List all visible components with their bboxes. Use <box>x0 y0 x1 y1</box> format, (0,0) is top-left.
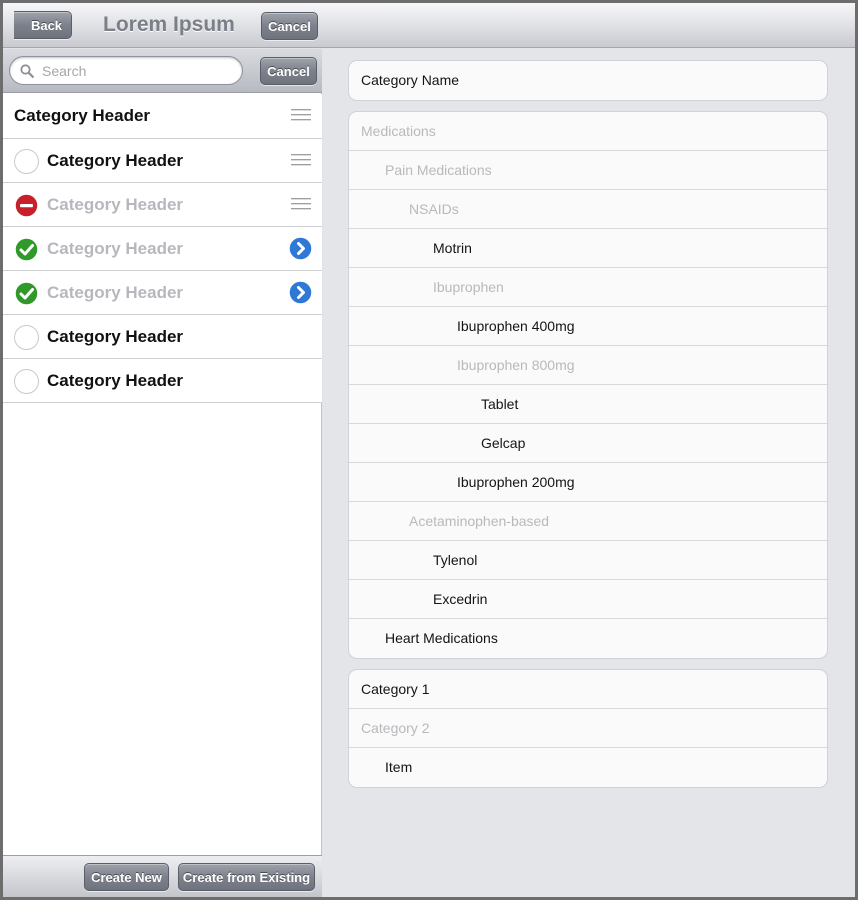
reorder-icon[interactable] <box>291 154 311 170</box>
page-title: Lorem Ipsum <box>103 13 235 36</box>
list-item[interactable]: Category Header <box>3 227 322 271</box>
search-field[interactable] <box>9 56 243 85</box>
select-circle-icon[interactable] <box>14 325 39 350</box>
list-item-label: Category Header <box>47 283 184 302</box>
list-item-label: Category Header <box>47 371 184 390</box>
list-item-label: Category Header <box>47 239 184 258</box>
list-item[interactable]: Category Header <box>3 359 322 403</box>
tree-row[interactable]: Tablet <box>349 385 827 424</box>
search-input[interactable] <box>42 62 232 79</box>
checkmark-icon[interactable] <box>14 281 39 306</box>
tree-row[interactable]: Ibuprophen 400mg <box>349 307 827 346</box>
search-bar: Cancel <box>3 49 322 93</box>
list-item-label: Category Header <box>47 195 184 214</box>
tree-row[interactable]: Motrin <box>349 229 827 268</box>
search-icon <box>20 63 34 78</box>
select-circle-icon[interactable] <box>14 149 39 174</box>
list-item[interactable]: Category Header <box>3 315 322 359</box>
tree-row[interactable]: NSAIDs <box>349 190 827 229</box>
list-item[interactable]: Category Header <box>3 183 322 227</box>
bottom-toolbar: Create New Create from Existing <box>3 855 322 897</box>
list-item-label: Category Header <box>47 327 184 346</box>
category-list: Category Header Category Header Category H… <box>3 94 322 403</box>
tree-row[interactable]: Excedrin <box>349 580 827 619</box>
list-item[interactable]: Category Header <box>3 94 322 139</box>
tree-row[interactable]: Category 1 <box>349 670 827 709</box>
select-circle-icon[interactable] <box>14 369 39 394</box>
master-pane: Cancel Category HeaderCategory HeaderCat… <box>3 49 322 897</box>
tree-row[interactable]: Acetaminophen-based <box>349 502 827 541</box>
create-from-existing-button[interactable]: Create from Existing <box>178 863 315 891</box>
checkmark-icon[interactable] <box>14 237 39 262</box>
detail-pane: Category Name Medications Pain Medication… <box>323 49 855 897</box>
delete-icon[interactable] <box>14 193 39 218</box>
back-button-label: Back <box>30 17 63 33</box>
tree-row[interactable]: Ibuprophen <box>349 268 827 307</box>
medication-tree-group: Medications Pain Medications NSAIDs Motrin I… <box>348 111 828 659</box>
search-cancel-button[interactable]: Cancel <box>260 57 317 85</box>
nav-cancel-button[interactable]: Cancel <box>261 12 318 40</box>
disclosure-chevron-icon[interactable] <box>288 236 313 261</box>
list-item[interactable]: Category Header <box>3 271 322 315</box>
tree-row[interactable]: Medications <box>349 112 827 151</box>
app-window: Back Lorem Ipsum Cancel Cancel Category … <box>3 3 855 897</box>
tree-row[interactable]: Pain Medications <box>349 151 827 190</box>
tree-row[interactable]: Gelcap <box>349 424 827 463</box>
category-name-field[interactable]: Category Name <box>349 61 827 100</box>
list-item[interactable]: Category Header <box>3 139 322 183</box>
tree-row[interactable]: Category 2 <box>349 709 827 748</box>
tree-row[interactable]: Ibuprophen 800mg <box>349 346 827 385</box>
create-new-button[interactable]: Create New <box>84 863 169 891</box>
tree-row[interactable]: Heart Medications <box>349 619 827 658</box>
tree-row[interactable]: Tylenol <box>349 541 827 580</box>
nav-bar: Back Lorem Ipsum Cancel <box>3 3 855 48</box>
disclosure-chevron-icon[interactable] <box>288 280 313 305</box>
reorder-icon[interactable] <box>291 198 311 214</box>
list-item-label: Category Header <box>47 151 184 170</box>
categories-group: Category 1 Category 2 Item <box>348 669 828 788</box>
back-button[interactable]: Back <box>14 11 72 39</box>
category-name-group: Category Name <box>348 60 828 101</box>
reorder-icon[interactable] <box>291 109 311 125</box>
tree-row[interactable]: Item <box>349 748 827 787</box>
tree-row[interactable]: Ibuprophen 200mg <box>349 463 827 502</box>
list-item-label: Category Header <box>14 106 151 125</box>
